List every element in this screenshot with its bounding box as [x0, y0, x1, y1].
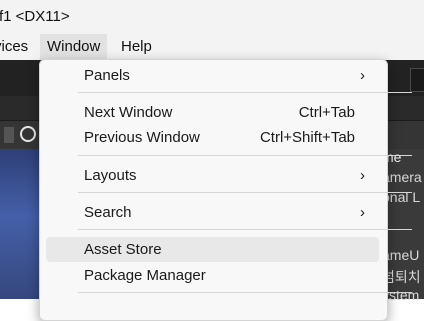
menu-separator: [78, 155, 412, 156]
menu-item-asset-store[interactable]: Asset Store: [46, 237, 379, 262]
menu-item-label: Previous Window: [84, 129, 200, 146]
circle-tool-icon[interactable]: [20, 126, 36, 142]
menu-item-layouts[interactable]: Layouts ›: [46, 163, 379, 188]
menu-item-label: Asset Store: [84, 241, 162, 258]
menu-separator: [78, 229, 412, 230]
menu-item-package-manager[interactable]: Package Manager: [46, 263, 379, 288]
menu-item-label: Layouts: [84, 167, 137, 184]
window-title: f1 <DX11>: [0, 8, 70, 25]
title-bar: f1 <DX11>: [0, 0, 424, 34]
chevron-right-icon: ›: [360, 204, 365, 221]
menu-item-previous-window[interactable]: Previous Window Ctrl+Shift+Tab: [46, 125, 379, 150]
menu-item-label: Panels: [84, 67, 130, 84]
shortcut-label: Ctrl+Tab: [298, 104, 355, 121]
toolbar-button[interactable]: [410, 68, 424, 92]
menu-bar: vices Window Help: [0, 34, 424, 60]
chevron-right-icon: ›: [360, 67, 365, 84]
menu-services[interactable]: vices: [0, 34, 28, 60]
menu-help[interactable]: Help: [121, 34, 152, 60]
menu-separator: [78, 292, 412, 293]
menu-item-search[interactable]: Search ›: [46, 200, 379, 225]
shortcut-label: Ctrl+Shift+Tab: [259, 129, 355, 146]
menu-separator: [78, 92, 412, 93]
scene-view[interactable]: [0, 149, 40, 299]
chevron-right-icon: ›: [360, 167, 365, 184]
menu-item-panels[interactable]: Panels ›: [46, 63, 379, 88]
menu-item-label: Package Manager: [84, 267, 206, 284]
menu-window[interactable]: Window: [40, 34, 108, 60]
menu-item-label: Next Window: [84, 104, 173, 121]
window-menu-dropdown: Panels › Next Window Ctrl+Tab Previous W…: [39, 59, 412, 321]
toolbar-handle[interactable]: [4, 127, 14, 143]
menu-separator: [78, 192, 412, 193]
menu-item-label: Search: [84, 204, 132, 221]
menu-item-next-window[interactable]: Next Window Ctrl+Tab: [46, 100, 379, 125]
